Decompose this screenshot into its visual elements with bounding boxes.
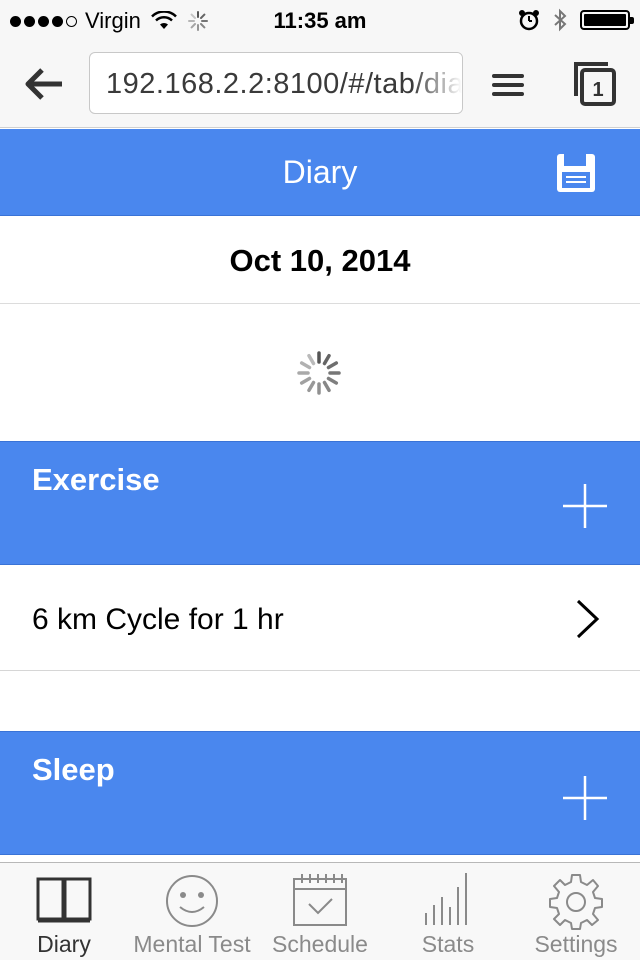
battery-icon <box>580 10 634 30</box>
gear-icon <box>549 874 603 930</box>
app-header: Diary <box>0 129 640 216</box>
smiley-icon <box>166 875 218 927</box>
stats-icon <box>425 873 467 925</box>
exercise-item-label: 6 km Cycle for 1 hr <box>32 603 284 636</box>
bluetooth-icon <box>554 8 567 32</box>
tab-mental-test[interactable]: Mental Test <box>128 863 256 960</box>
page-title: Diary <box>282 154 358 190</box>
menu-icon[interactable] <box>490 70 526 100</box>
tab-count: 1 <box>592 79 603 101</box>
tab-settings[interactable]: Settings <box>512 863 640 960</box>
date-row[interactable]: Oct 10, 2014 <box>0 216 640 304</box>
add-exercise-icon[interactable] <box>561 482 609 530</box>
browser-toolbar: 192.168.2.2:8100/#/tab/diary 1 <box>0 40 640 128</box>
sleep-section-header: Sleep <box>0 731 640 855</box>
chevron-right-icon <box>576 599 600 639</box>
tabs-icon: 1 <box>574 62 616 106</box>
url-fade <box>412 53 462 113</box>
url-text: 192.168.2.2:8100/#/tab/diary <box>106 68 463 100</box>
tab-bar: Diary Mental Test Schedule Stats Setting… <box>0 862 640 960</box>
calendar-icon <box>293 874 347 926</box>
tabs-button[interactable]: 1 <box>570 58 620 110</box>
status-bar: Virgin 11:35 am <box>0 0 640 40</box>
back-arrow-icon[interactable] <box>20 64 68 104</box>
tab-label: Stats <box>421 931 475 957</box>
tab-diary[interactable]: Diary <box>0 863 128 960</box>
status-right <box>518 8 634 32</box>
book-icon <box>36 877 92 923</box>
tab-schedule[interactable]: Schedule <box>256 863 384 960</box>
url-field[interactable]: 192.168.2.2:8100/#/tab/diary <box>89 52 463 114</box>
tab-stats[interactable]: Stats <box>384 863 512 960</box>
list-item[interactable]: 6 km Cycle for 1 hr <box>0 566 640 671</box>
add-sleep-icon[interactable] <box>561 774 609 822</box>
exercise-title: Exercise <box>32 462 160 497</box>
exercise-section-header: Exercise <box>0 441 640 565</box>
alarm-icon <box>519 10 539 31</box>
loading-spinner-icon <box>297 351 341 395</box>
tab-label: Diary <box>37 931 91 957</box>
tab-label: Settings <box>534 931 618 957</box>
tab-label: Mental Test <box>133 931 251 957</box>
diary-date: Oct 10, 2014 <box>229 243 411 278</box>
tab-label: Schedule <box>272 931 368 957</box>
sleep-title: Sleep <box>32 752 115 787</box>
save-icon[interactable] <box>556 153 596 193</box>
